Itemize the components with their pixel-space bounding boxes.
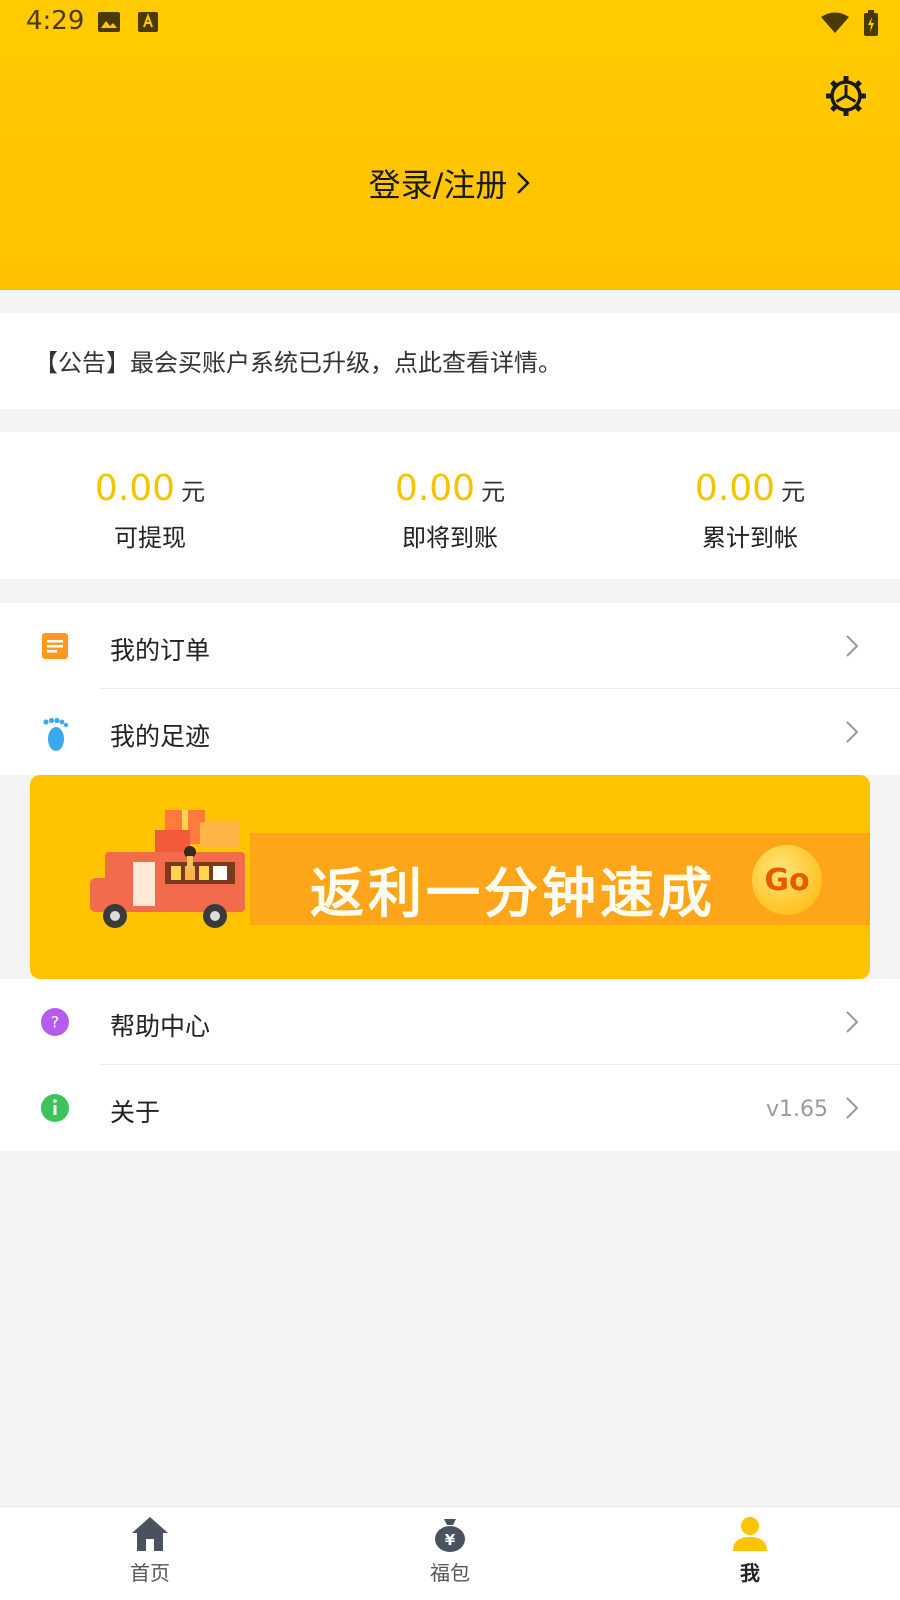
info-icon (40, 1093, 70, 1123)
chevron-right-icon (844, 633, 860, 659)
stat-label: 累计到帐 (702, 524, 798, 552)
status-bar: 4:29 (0, 0, 900, 46)
nav-tab-me[interactable]: 我 (670, 1515, 830, 1586)
menu-item-about[interactable]: 关于 v1.65 (0, 1065, 900, 1151)
menu-item-label: 帮助中心 (110, 1012, 211, 1041)
chevron-right-icon (844, 1009, 860, 1035)
stat-label: 即将到账 (402, 524, 498, 552)
announcement-text: 【公告】最会买账户系统已升级，点此查看详情。 (34, 349, 562, 377)
menu-item-label: 关于 (110, 1098, 161, 1127)
stat-unit: 元 (781, 478, 806, 506)
bottom-navigation: 首页 ¥ 福包 我 (0, 1506, 900, 1600)
nav-tab-home[interactable]: 首页 (70, 1515, 230, 1586)
stat-value: 0.00 (694, 468, 776, 509)
money-bag-icon: ¥ (435, 1519, 465, 1552)
stat-unit: 元 (481, 478, 506, 506)
app-version: v1.65 (765, 1097, 828, 1122)
gift-truck-illustration (85, 800, 255, 940)
menu-group-bottom: ? 帮助中心 关于 v1.65 (0, 979, 900, 1151)
svg-text:?: ? (51, 1013, 60, 1032)
chevron-right-icon (515, 166, 531, 204)
settings-gear-icon[interactable] (824, 74, 868, 118)
menu-item-label: 我的订单 (110, 636, 211, 665)
menu-item-help-center[interactable]: ? 帮助中心 (0, 979, 900, 1065)
stat-unit: 元 (181, 478, 206, 506)
login-register-button[interactable]: 登录/注册 (0, 160, 900, 206)
banner-go-button[interactable]: Go (752, 845, 822, 915)
stat-label: 可提现 (114, 524, 186, 552)
chevron-right-icon (844, 1095, 860, 1121)
login-register-label: 登录/注册 (368, 166, 508, 204)
home-icon (132, 1517, 168, 1551)
menu-item-footprints[interactable]: 我的足迹 (0, 689, 900, 775)
rebate-promo-banner[interactable]: 返利一分钟速成 Go (30, 775, 870, 979)
stat-accumulated[interactable]: 0.00 元 累计到帐 (600, 468, 900, 553)
announcement-bar[interactable]: 【公告】最会买账户系统已升级，点此查看详情。 (0, 313, 900, 409)
chevron-right-icon (844, 719, 860, 745)
stat-value: 0.00 (94, 468, 176, 509)
wifi-icon (820, 11, 850, 39)
nav-tab-lucky-bag[interactable]: ¥ 福包 (370, 1515, 530, 1586)
profile-header: 4:29 登录/注册 (0, 0, 900, 290)
help-icon: ? (40, 1007, 70, 1037)
order-list-icon (40, 631, 70, 661)
balance-stats: 0.00 元 可提现 0.00 元 即将到账 0.00 元 累计到帐 (0, 432, 900, 579)
user-icon (733, 1517, 767, 1551)
banner-headline: 返利一分钟速成 (310, 862, 716, 925)
menu-item-label: 我的足迹 (110, 722, 211, 751)
status-time: 4:29 (26, 6, 85, 36)
text-notification-icon (138, 12, 158, 36)
stat-pending[interactable]: 0.00 元 即将到账 (300, 468, 600, 553)
battery-icon (864, 10, 878, 40)
footprint-icon (40, 717, 70, 751)
nav-label: 我 (740, 1561, 760, 1585)
stat-value: 0.00 (394, 468, 476, 509)
svg-text:¥: ¥ (445, 1531, 456, 1549)
menu-group-top: 我的订单 我的足迹 (0, 603, 900, 775)
menu-item-orders[interactable]: 我的订单 (0, 603, 900, 689)
nav-label: 福包 (430, 1561, 470, 1585)
nav-label: 首页 (130, 1561, 170, 1585)
image-notification-icon (98, 12, 120, 36)
stat-withdrawable[interactable]: 0.00 元 可提现 (0, 468, 300, 553)
